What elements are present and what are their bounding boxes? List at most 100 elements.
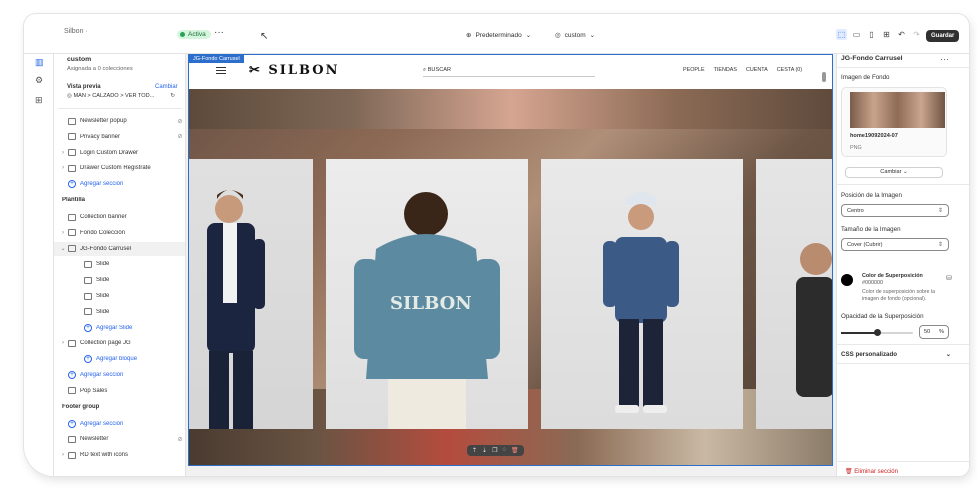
- delete-section-button[interactable]: 🗑 Eliminar sección: [845, 468, 898, 475]
- section-label: Agregar sección: [80, 181, 124, 188]
- apps-icon[interactable]: ⊞: [35, 95, 43, 106]
- section-item[interactable]: Collection banner: [54, 210, 185, 224]
- section-label: Fondo Colección: [80, 229, 126, 236]
- section-item[interactable]: Slide: [54, 305, 185, 319]
- section-item[interactable]: › RD text with icons: [54, 448, 185, 462]
- carousel-slide[interactable]: [189, 159, 313, 429]
- nav-stores[interactable]: TIENDAS: [714, 67, 737, 73]
- menu-icon[interactable]: [216, 67, 226, 68]
- section-item[interactable]: Pop Sales: [54, 384, 185, 398]
- custom-css-toggle[interactable]: CSS personalizado ⌄: [841, 351, 951, 358]
- editor-window: Silbon · Activa ··· ↖ ⊕ Predeterminado ⌄…: [24, 14, 969, 476]
- section-icon: [68, 213, 76, 221]
- section-label: Privacy banner: [80, 133, 121, 140]
- chevron-right-icon[interactable]: ›: [58, 165, 68, 171]
- desktop-view-icon[interactable]: ▭: [851, 29, 862, 40]
- add-button[interactable]: + Agregar sección: [54, 177, 185, 191]
- chevron-down-icon: ⌄: [945, 351, 951, 358]
- image-picker[interactable]: home19092024-07 PNG: [841, 87, 947, 157]
- add-button[interactable]: + Agregar Slide: [54, 321, 185, 335]
- chevron-right-icon[interactable]: ›: [58, 340, 68, 346]
- store-logo[interactable]: ✂ SILBON: [249, 63, 339, 78]
- search-field[interactable]: ⌕ BUSCAR: [423, 67, 595, 77]
- chevron-right-icon[interactable]: ⌄: [58, 245, 68, 252]
- section-label: Slide: [96, 261, 110, 268]
- nav-people[interactable]: PEOPLE: [683, 67, 705, 73]
- section-icon: [68, 149, 76, 157]
- section-label: Plantilla: [62, 197, 86, 203]
- database-icon[interactable]: ⛁: [946, 274, 952, 282]
- section-item[interactable]: › Fondo Colección: [54, 226, 185, 240]
- size-select[interactable]: Cover (Cubrir) ⇕: [841, 238, 949, 251]
- model-suit-image: [207, 190, 265, 429]
- store-preview[interactable]: JG-Fondo Carrusel ✂ SILBON ⌕ BUSCAR PEOP…: [188, 54, 833, 466]
- visibility-hidden-icon[interactable]: ⊘: [174, 118, 185, 125]
- chevron-right-icon[interactable]: ›: [58, 230, 68, 236]
- add-button[interactable]: + Agregar bloque: [54, 352, 185, 366]
- opacity-slider[interactable]: [841, 329, 913, 336]
- section-label: Newsletter: [80, 436, 109, 443]
- section-item[interactable]: Newsletter popup ⊘: [54, 114, 185, 128]
- site-nav: PEOPLE TIENDAS CUENTA CESTA (0): [683, 67, 802, 73]
- slider-fill: [841, 332, 877, 334]
- carousel-slide[interactable]: SILBON: [326, 159, 528, 429]
- group-heading: Plantilla: [54, 193, 185, 207]
- undo-icon[interactable]: ↶: [896, 29, 907, 40]
- section-item[interactable]: Slide: [54, 273, 185, 287]
- select-tool-icon[interactable]: ⬚: [836, 29, 847, 40]
- move-up-icon[interactable]: ⇡: [472, 447, 477, 454]
- more-options-icon[interactable]: ···: [940, 54, 949, 64]
- section-item[interactable]: › Login Custom Drawer: [54, 146, 185, 160]
- section-item[interactable]: Privacy banner ⊘: [54, 130, 185, 144]
- section-item[interactable]: Slide: [54, 257, 185, 271]
- search-icon: ⌕: [423, 67, 427, 73]
- save-button[interactable]: Guardar: [926, 30, 960, 42]
- redo-icon[interactable]: ↷: [911, 29, 922, 40]
- add-button[interactable]: + Agregar sección: [54, 417, 185, 431]
- template-selector[interactable]: ◎ custom ⌄: [555, 31, 595, 40]
- chevron-right-icon[interactable]: ›: [58, 452, 68, 458]
- position-label: Posición de la Imagen: [841, 192, 902, 199]
- visibility-hidden-icon[interactable]: ⊘: [174, 133, 185, 140]
- change-preview-link[interactable]: Cambiar: [155, 84, 178, 90]
- more-options-button[interactable]: ···: [214, 27, 224, 38]
- add-button[interactable]: + Agregar sección: [54, 368, 185, 382]
- section-badge: JG-Fondo Carrusel: [189, 55, 244, 63]
- move-down-icon[interactable]: ⇣: [482, 447, 487, 454]
- nav-account[interactable]: CUENTA: [746, 67, 768, 73]
- opacity-label: Opacidad de la Superposición: [841, 313, 924, 320]
- position-select[interactable]: Centro ⇕: [841, 204, 949, 217]
- fullscreen-view-icon[interactable]: ⊞: [881, 29, 892, 40]
- sections-icon[interactable]: ▥: [35, 57, 44, 68]
- settings-gear-icon[interactable]: ⚙: [35, 75, 43, 86]
- hide-icon[interactable]: ◌: [502, 447, 506, 454]
- slider-handle[interactable]: [873, 329, 881, 336]
- store-name[interactable]: Silbon ·: [64, 28, 88, 35]
- model-hoodie-image: SILBON: [354, 192, 500, 429]
- opacity-input[interactable]: 50%: [919, 325, 949, 339]
- section-item[interactable]: › Drawer Custom Registrate: [54, 161, 185, 175]
- chevron-down-icon: ⌄: [525, 32, 532, 39]
- section-icon: [68, 435, 76, 443]
- chevron-right-icon[interactable]: ›: [58, 150, 68, 156]
- mobile-view-icon[interactable]: ▯: [866, 29, 877, 40]
- section-label: Agregar sección: [80, 420, 124, 427]
- section-item[interactable]: Slide: [54, 289, 185, 303]
- preview-scrollbar[interactable]: [821, 58, 827, 470]
- change-image-button[interactable]: Cambiar ⌄: [845, 167, 943, 178]
- nav-cart[interactable]: CESTA (0): [777, 67, 802, 73]
- scroll-thumb[interactable]: [822, 72, 826, 82]
- section-item[interactable]: › Collection page JG: [54, 336, 185, 350]
- delete-icon[interactable]: 🗑: [511, 447, 519, 454]
- carousel-slide[interactable]: [541, 159, 743, 429]
- section-item[interactable]: ⌄ JG-Fondo Carrusel: [54, 241, 185, 256]
- search-placeholder: BUSCAR: [427, 67, 452, 73]
- section-icon: [68, 339, 76, 347]
- duplicate-icon[interactable]: ❐: [492, 447, 497, 454]
- overlay-color-swatch[interactable]: [841, 274, 853, 286]
- section-item[interactable]: Newsletter ⊘: [54, 432, 185, 446]
- theme-label: Predeterminado: [475, 31, 522, 39]
- visibility-hidden-icon[interactable]: ⊘: [174, 436, 185, 443]
- section-icon: [68, 117, 76, 125]
- theme-selector[interactable]: ⊕ Predeterminado ⌄: [466, 31, 532, 40]
